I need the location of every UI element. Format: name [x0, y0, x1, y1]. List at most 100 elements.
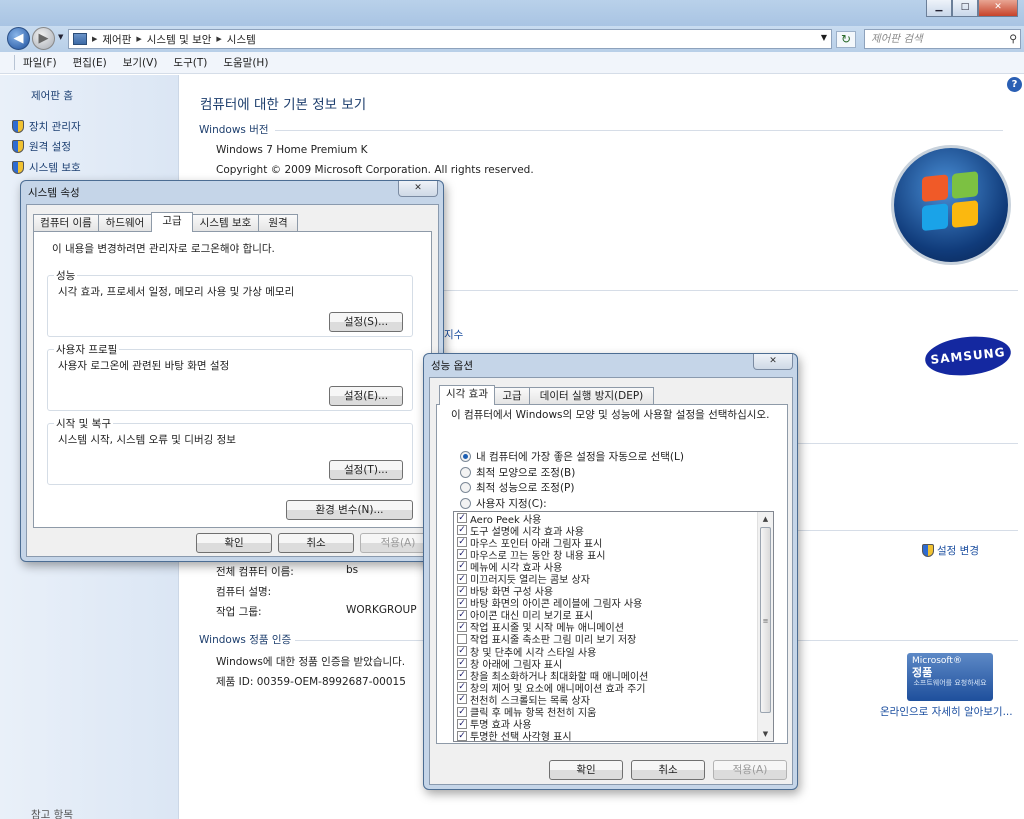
breadcrumb-item[interactable]: 시스템 및 보안	[147, 32, 212, 47]
window-controls: ▁ □ ✕	[926, 0, 1018, 17]
menu-view[interactable]: 보기(V)	[115, 55, 166, 70]
effect-item[interactable]: ✓ 투명한 선택 사각형 표시	[454, 730, 773, 741]
cancel-button[interactable]: 취소	[631, 760, 705, 780]
chevron-right-icon[interactable]: ▶	[216, 35, 221, 43]
minimize-button[interactable]: ▁	[926, 0, 952, 17]
sidebar-home-link[interactable]: 제어판 홈	[31, 88, 73, 103]
menu-file[interactable]: 파일(F)	[14, 55, 65, 70]
close-window-button[interactable]: ✕	[978, 0, 1018, 17]
breadcrumb-item[interactable]: 시스템	[227, 32, 256, 47]
checkbox-checked-icon[interactable]: ✓	[457, 718, 467, 729]
tab-hardware[interactable]: 하드웨어	[98, 214, 152, 232]
tab-visual-effects[interactable]: 시각 효과	[439, 385, 495, 405]
checkbox-checked-icon[interactable]: ✓	[457, 730, 467, 741]
radio-label: 사용자 지정(C):	[476, 498, 547, 510]
computer-name-label: 전체 컴퓨터 이름:	[216, 566, 294, 578]
dialog-title: 시스템 속성	[28, 187, 80, 199]
radio-auto[interactable]: 내 컴퓨터에 가장 좋은 설정을 자동으로 선택(L)	[460, 449, 684, 464]
checkbox-checked-icon[interactable]: ✓	[457, 706, 467, 717]
window-title-bar: ▁ □ ✕	[0, 0, 1024, 26]
startup-settings-button[interactable]: 설정(T)...	[329, 460, 403, 480]
close-icon[interactable]: ✕	[753, 354, 793, 370]
address-bar[interactable]: ▶ 제어판 ▶ 시스템 및 보안 ▶ 시스템 ▼	[68, 29, 832, 49]
windows-logo	[894, 148, 1008, 262]
tab-advanced[interactable]: 고급	[494, 387, 530, 405]
radio-label: 내 컴퓨터에 가장 좋은 설정을 자동으로 선택(L)	[476, 451, 684, 463]
dialog-body: 컴퓨터 이름 하드웨어 고급 시스템 보호 원격 이 내용을 변경하려면 관리자…	[26, 204, 439, 557]
divider	[795, 530, 1018, 531]
checkbox-checked-icon[interactable]: ✓	[457, 621, 467, 632]
scrollbar[interactable]: ▲ ≡ ▼	[757, 512, 773, 741]
checkbox-checked-icon[interactable]: ✓	[457, 513, 467, 524]
effects-items: ✓ Aero Peek 사용 ✓ 도구 설명에 시각 효과 사용 ✓ 마우스 포인터 아래…	[454, 512, 773, 741]
search-input[interactable]: 제어판 검색 ⚲	[864, 29, 1021, 49]
environment-variables-button[interactable]: 환경 변수(N)...	[286, 500, 413, 520]
radio-best-appearance[interactable]: 최적 모양으로 조정(B)	[460, 465, 575, 480]
checkbox-checked-icon[interactable]: ✓	[457, 658, 467, 669]
checkbox-checked-icon[interactable]: ✓	[457, 609, 467, 620]
checkbox-checked-icon[interactable]: ✓	[457, 694, 467, 705]
genuine-label: 정품	[912, 666, 933, 679]
scroll-down-icon[interactable]: ▼	[758, 727, 773, 741]
sidebar-item-system-protection[interactable]: 시스템 보호	[12, 160, 81, 175]
refresh-icon[interactable]: ↻	[836, 31, 856, 48]
change-settings-link[interactable]: 설정 변경	[922, 543, 979, 558]
page-title: 컴퓨터에 대한 기본 정보 보기	[200, 97, 367, 113]
performance-settings-button[interactable]: 설정(S)...	[329, 312, 403, 332]
checkbox-checked-icon[interactable]: ✓	[457, 525, 467, 536]
apply-button[interactable]: 적용(A)	[713, 760, 787, 780]
checkbox-checked-icon[interactable]: ✓	[457, 646, 467, 657]
history-dropdown-icon[interactable]: ▼	[58, 33, 63, 41]
windows-flag-icon	[922, 171, 980, 233]
genuine-microsoft-badge[interactable]: Microsoft® 정품 소프트웨어를 요청하세요	[907, 653, 993, 701]
cancel-button[interactable]: 취소	[278, 533, 354, 553]
checkbox-checked-icon[interactable]: ✓	[457, 573, 467, 584]
maximize-button[interactable]: □	[952, 0, 978, 17]
chevron-down-icon[interactable]: ▼	[821, 33, 827, 42]
tab-computer-name[interactable]: 컴퓨터 이름	[33, 214, 99, 232]
divider	[275, 130, 1003, 131]
tab-remote[interactable]: 원격	[258, 214, 298, 232]
ok-button[interactable]: 확인	[196, 533, 272, 553]
breadcrumb-item[interactable]: 제어판	[102, 32, 131, 47]
back-arrow-icon[interactable]: ◀	[7, 27, 30, 50]
checkbox-checked-icon[interactable]: ✓	[457, 670, 467, 681]
chevron-right-icon[interactable]: ▶	[136, 35, 141, 43]
chevron-right-icon[interactable]: ▶	[92, 35, 97, 43]
learn-more-link[interactable]: 온라인으로 자세히 알아보기...	[880, 704, 1013, 719]
control-panel-icon	[73, 33, 87, 45]
sidebar-item-device-manager[interactable]: 장치 관리자	[12, 119, 81, 134]
tab-system-protection[interactable]: 시스템 보호	[192, 214, 259, 232]
checkbox-unchecked-icon[interactable]	[457, 633, 467, 644]
sidebar-item-remote-settings[interactable]: 원격 설정	[12, 139, 71, 154]
sidebar-item-label: 장치 관리자	[29, 121, 81, 133]
checkbox-checked-icon[interactable]: ✓	[457, 585, 467, 596]
radio-best-performance[interactable]: 최적 성능으로 조정(P)	[460, 480, 574, 495]
copyright-text: Copyright © 2009 Microsoft Corporation. …	[216, 164, 534, 176]
shield-icon	[12, 120, 24, 133]
menu-tools[interactable]: 도구(T)	[165, 55, 215, 70]
performance-index-link[interactable]: 지수	[444, 327, 463, 342]
menu-help[interactable]: 도움말(H)	[215, 55, 276, 70]
search-icon[interactable]: ⚲	[1009, 30, 1017, 48]
tab-dep[interactable]: 데이터 실행 방지(DEP)	[529, 387, 654, 405]
checkbox-checked-icon[interactable]: ✓	[457, 682, 467, 693]
help-icon[interactable]: ?	[1007, 77, 1022, 92]
checkbox-checked-icon[interactable]: ✓	[457, 597, 467, 608]
close-icon[interactable]: ✕	[398, 181, 438, 197]
scroll-up-icon[interactable]: ▲	[758, 512, 773, 526]
visual-effects-list[interactable]: ✓ Aero Peek 사용 ✓ 도구 설명에 시각 효과 사용 ✓ 마우스 포인터 아래…	[453, 511, 774, 742]
checkbox-checked-icon[interactable]: ✓	[457, 537, 467, 548]
menu-edit[interactable]: 편집(E)	[65, 55, 115, 70]
group-desc: 사용자 로그온에 관련된 바탕 화면 설정	[58, 360, 230, 372]
checkbox-checked-icon[interactable]: ✓	[457, 549, 467, 560]
radio-custom[interactable]: 사용자 지정(C):	[460, 496, 547, 511]
user-profile-settings-button[interactable]: 설정(E)...	[329, 386, 403, 406]
tab-advanced[interactable]: 고급	[151, 212, 193, 232]
scroll-thumb[interactable]: ≡	[760, 527, 771, 713]
computer-desc-label: 컴퓨터 설명:	[216, 586, 272, 598]
checkbox-checked-icon[interactable]: ✓	[457, 561, 467, 572]
ok-button[interactable]: 확인	[549, 760, 623, 780]
intro-text: 이 컴퓨터에서 Windows의 모양 및 성능에 사용할 설정을 선택하십시오…	[451, 409, 770, 421]
forward-arrow-icon[interactable]: ▶	[32, 27, 55, 50]
